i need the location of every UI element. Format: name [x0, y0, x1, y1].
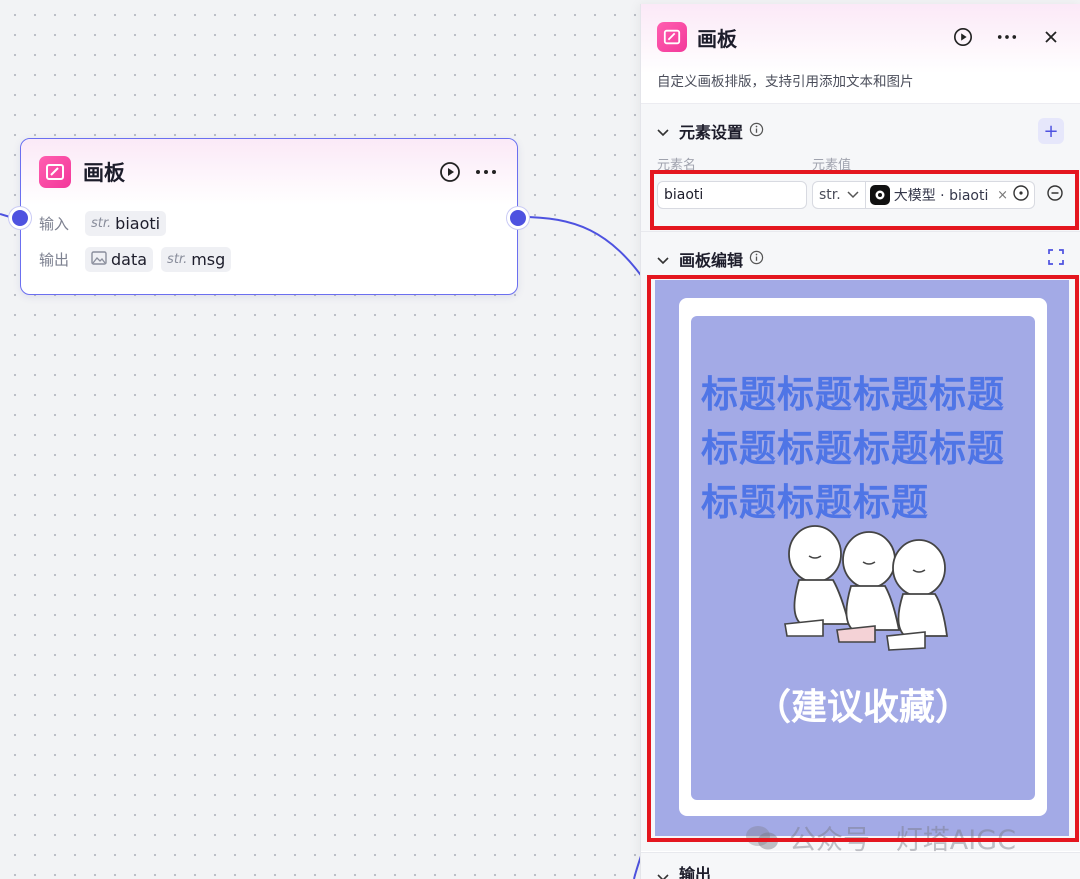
input-var-chip[interactable]: str. biaoti: [85, 210, 167, 236]
drawing-board-icon: [39, 156, 71, 188]
info-icon[interactable]: [749, 122, 764, 141]
node-title: 画板: [83, 161, 125, 185]
llm-icon: [869, 185, 890, 205]
variable-picker-icon[interactable]: [1012, 184, 1030, 206]
chevron-down-icon[interactable]: [657, 122, 669, 141]
node-input-row: 输入 str. biaoti: [21, 205, 517, 241]
chevron-down-icon: [847, 191, 859, 199]
input-port[interactable]: [9, 207, 31, 229]
poster-subtitle[interactable]: （建议收藏）: [691, 678, 1035, 730]
var-name: biaoti: [115, 213, 161, 233]
panel-header: 画板 自定义画板排版，支持引用添加文本和图片: [641, 4, 1080, 104]
element-settings-section: 元素设置 + 元素名 元素值 str. 大模型 · biaoti ×: [641, 104, 1080, 231]
chevron-down-icon[interactable]: [657, 250, 669, 269]
reference-text: 大模型 · biaoti: [893, 188, 989, 204]
poster-card[interactable]: 标题标题标题标题标题标题标题标题标题标题标题 （建议收藏）: [679, 298, 1047, 816]
variable-reference-field[interactable]: 大模型 · biaoti ×: [865, 181, 1035, 209]
column-header-value: 元素值: [812, 158, 852, 173]
run-icon[interactable]: [437, 159, 463, 185]
var-name: data: [111, 249, 148, 269]
input-label: 输入: [39, 214, 70, 233]
more-icon[interactable]: [473, 159, 499, 185]
output-section: 输出: [641, 852, 1080, 879]
image-icon: [91, 250, 107, 269]
node-header: 画板: [21, 139, 517, 205]
run-icon[interactable]: [950, 24, 976, 50]
section-title: 元素设置: [679, 123, 744, 142]
column-header-name: 元素名: [657, 158, 697, 173]
panel-description: 自定义画板排版，支持引用添加文本和图片: [657, 74, 914, 90]
remove-element-icon[interactable]: [1046, 184, 1064, 206]
node-output-row: 输出 data str. msg: [21, 241, 517, 277]
poster-content: 标题标题标题标题标题标题标题标题标题标题标题 （建议收藏）: [691, 316, 1035, 800]
drawing-board-icon: [657, 22, 687, 52]
wechat-icon: [746, 825, 778, 849]
close-icon[interactable]: [1038, 24, 1064, 50]
output-port[interactable]: [507, 207, 529, 229]
element-row: str. 大模型 · biaoti ×: [641, 170, 1080, 212]
type-select[interactable]: str.: [812, 181, 866, 209]
var-name: msg: [191, 249, 226, 269]
type-select-value: str.: [819, 187, 841, 203]
var-type: str.: [167, 251, 188, 267]
canvas-preview[interactable]: 标题标题标题标题标题标题标题标题标题标题标题 （建议收藏）: [655, 280, 1069, 836]
add-element-button[interactable]: +: [1038, 118, 1064, 144]
more-icon[interactable]: [994, 24, 1020, 50]
poster-title[interactable]: 标题标题标题标题标题标题标题标题标题标题标题: [701, 368, 1031, 530]
panel-title: 画板: [697, 26, 737, 51]
output-var-chip[interactable]: str. msg: [161, 246, 232, 272]
node-settings-panel: 画板 自定义画板排版，支持引用添加文本和图片 元素设置 + 元素名 元素值 bi…: [640, 4, 1080, 879]
element-name-input[interactable]: [657, 181, 807, 209]
output-label: 输出: [39, 250, 70, 269]
var-type: str.: [91, 215, 112, 231]
expand-icon[interactable]: [1048, 249, 1064, 269]
section-title: 输出: [679, 865, 712, 879]
clear-reference-icon[interactable]: ×: [997, 188, 1008, 203]
section-title: 画板编辑: [679, 251, 744, 270]
cartoon-figures-image[interactable]: [779, 524, 949, 654]
info-icon[interactable]: [749, 250, 764, 269]
chevron-down-icon[interactable]: [657, 867, 669, 879]
output-var-chip[interactable]: data: [85, 246, 154, 272]
canvas-node[interactable]: 画板 输入 str. biaoti 输出 data str. msg: [9, 138, 529, 295]
